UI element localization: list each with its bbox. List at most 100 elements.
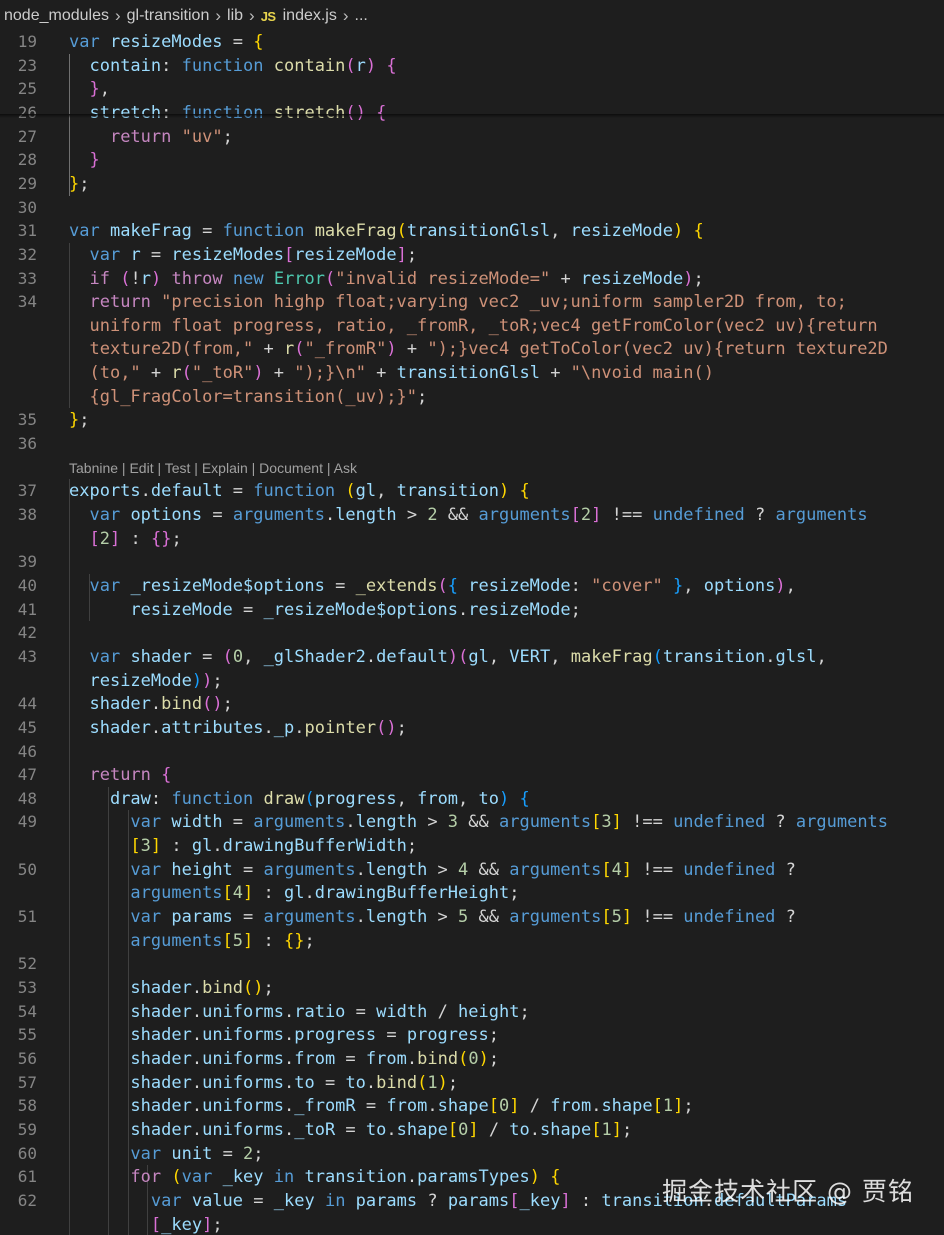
- line-number: 51: [17, 907, 37, 927]
- code-token: 4: [232, 883, 244, 904]
- code-line[interactable]: 40 var _resizeMode$options = _extends({ …: [0, 574, 944, 598]
- code-token: ;: [304, 930, 315, 951]
- code-token: .: [283, 1048, 295, 1069]
- code-token: (: [458, 646, 469, 667]
- code-line[interactable]: 55 shader.uniforms.progress = progress;: [0, 1023, 944, 1047]
- code-token: ): [437, 1072, 448, 1093]
- code-token: ?: [744, 505, 776, 525]
- code-token: var: [130, 812, 172, 833]
- code-token: [: [130, 836, 141, 857]
- code-token: =: [222, 32, 254, 52]
- code-line[interactable]: [2] : {};: [0, 527, 944, 551]
- code-line[interactable]: 28 }: [0, 148, 944, 172]
- code-token: transitionGlsl: [406, 221, 551, 242]
- code-line[interactable]: [_key];: [0, 1213, 944, 1235]
- code-line[interactable]: 52: [0, 952, 944, 976]
- code-editor[interactable]: 19 var resizeModes = {23 contain: functio…: [0, 30, 944, 1235]
- code-line[interactable]: 57 shader.uniforms.to = to.bind(1);: [0, 1071, 944, 1095]
- code-token: ,: [243, 646, 264, 667]
- code-line[interactable]: 25 },: [0, 77, 944, 101]
- code-line[interactable]: 31 var makeFrag = function makeFrag(trans…: [0, 219, 944, 243]
- code-line[interactable]: arguments[4] : gl.drawingBufferHeight;: [0, 881, 944, 905]
- code-line[interactable]: 59 shader.uniforms._toR = to.shape[0] / …: [0, 1118, 944, 1142]
- code-line[interactable]: 50 var height = arguments.length > 4 && …: [0, 858, 944, 882]
- code-line[interactable]: 41 resizeMode = _resizeMode$options.resi…: [0, 598, 944, 622]
- code-line[interactable]: 30: [0, 196, 944, 220]
- code-token: return: [109, 126, 182, 147]
- code-line[interactable]: 35};: [0, 408, 944, 432]
- code-line[interactable]: 34 return "precision highp float;varying…: [0, 290, 944, 314]
- code-line[interactable]: texture2D(from," + r("_fromR") + ");}vec…: [0, 337, 944, 361]
- code-line[interactable]: uniform float progress, ratio, _fromR, _…: [0, 314, 944, 338]
- code-token: ,: [99, 79, 110, 100]
- code-token: }: [69, 410, 80, 431]
- code-token: (): [345, 102, 366, 123]
- code-line[interactable]: 45 shader.attributes._p.pointer();: [0, 716, 944, 740]
- breadcrumb-item-lib[interactable]: lib: [227, 7, 243, 25]
- code-token: =: [191, 221, 223, 242]
- code-line[interactable]: 26 stretch: function stretch() {: [0, 101, 944, 125]
- code-token: in: [273, 1167, 305, 1188]
- codelens-row[interactable]: Tabnine | Edit | Test | Explain | Docume…: [0, 456, 944, 480]
- code-line[interactable]: 56 shader.uniforms.from = from.bind(0);: [0, 1047, 944, 1071]
- code-line[interactable]: {gl_FragColor=transition(_uv);}";: [0, 385, 944, 409]
- code-line[interactable]: 60 var unit = 2;: [0, 1142, 944, 1166]
- code-line[interactable]: 32 var r = resizeModes[resizeMode];: [0, 243, 944, 267]
- line-number: 38: [17, 505, 37, 524]
- code-line[interactable]: 58 shader.uniforms._fromR = from.shape[0…: [0, 1094, 944, 1118]
- code-token: to: [294, 1072, 315, 1093]
- code-line[interactable]: 51 var params = arguments.length > 5 && …: [0, 905, 944, 929]
- code-token: "uv": [181, 126, 223, 147]
- code-line[interactable]: 19 var resizeModes = {: [0, 30, 944, 54]
- breadcrumb-item-symbols[interactable]: ...: [355, 7, 368, 25]
- code-token: 5: [232, 930, 244, 951]
- breadcrumb-item-gl-transition[interactable]: gl-transition: [127, 7, 210, 25]
- code-token: ): [672, 221, 684, 242]
- code-token: (to,": [89, 363, 141, 384]
- code-line[interactable]: 54 shader.uniforms.ratio = width / heigh…: [0, 1000, 944, 1024]
- code-token: bind: [376, 1072, 418, 1093]
- code-line[interactable]: resizeMode));: [0, 669, 944, 693]
- code-line[interactable]: 36: [0, 432, 944, 456]
- code-text: var height = arguments.length > 4 && arg…: [69, 858, 795, 882]
- code-token: 1: [601, 1119, 612, 1140]
- code-text: if (!r) throw new Error("invalid resizeM…: [69, 267, 703, 291]
- code-token: drawingBufferHeight: [314, 883, 510, 904]
- code-token: +: [365, 363, 397, 384]
- code-line[interactable]: 39: [0, 550, 944, 574]
- code-token: _toR: [294, 1119, 336, 1140]
- code-line[interactable]: 53 shader.bind();: [0, 976, 944, 1000]
- code-line[interactable]: 37 exports.default = function (gl, transi…: [0, 479, 944, 503]
- code-line[interactable]: 44 shader.bind();: [0, 692, 944, 716]
- code-line[interactable]: 29};: [0, 172, 944, 196]
- code-line[interactable]: 38 var options = arguments.length > 2 &&…: [0, 503, 944, 527]
- code-token: arguments: [499, 812, 592, 833]
- breadcrumb-item-node-modules[interactable]: node_modules: [0, 7, 109, 25]
- code-line[interactable]: 27 return "uv";: [0, 125, 944, 149]
- code-token: ;: [488, 1025, 499, 1046]
- code-line[interactable]: 47 return {: [0, 763, 944, 787]
- code-line[interactable]: 46: [0, 740, 944, 764]
- code-token: ]: [621, 859, 633, 880]
- codelens-actions[interactable]: Tabnine | Edit | Test | Explain | Docume…: [69, 456, 357, 480]
- code-line[interactable]: 48 draw: function draw(progress, from, t…: [0, 787, 944, 811]
- code-line[interactable]: 33 if (!r) throw new Error("invalid resi…: [0, 267, 944, 291]
- breadcrumb-item-file[interactable]: index.js: [283, 7, 337, 25]
- code-token: .: [406, 1048, 418, 1069]
- code-token: to: [509, 1119, 530, 1140]
- code-token: ]: [621, 907, 633, 928]
- code-line[interactable]: 49 var width = arguments.length > 3 && a…: [0, 810, 944, 834]
- code-line[interactable]: 43 var shader = (0, _glShader2.default)(…: [0, 645, 944, 669]
- code-token: resizeModes: [171, 244, 284, 265]
- code-line[interactable]: (to," + r("_toR") + ");}\n" + transition…: [0, 361, 944, 385]
- code-line[interactable]: 23 contain: function contain(r) {: [0, 54, 944, 78]
- code-line[interactable]: [3] : gl.drawingBufferWidth;: [0, 834, 944, 858]
- code-line[interactable]: 42: [0, 621, 944, 645]
- code-line[interactable]: arguments[5] : {};: [0, 929, 944, 953]
